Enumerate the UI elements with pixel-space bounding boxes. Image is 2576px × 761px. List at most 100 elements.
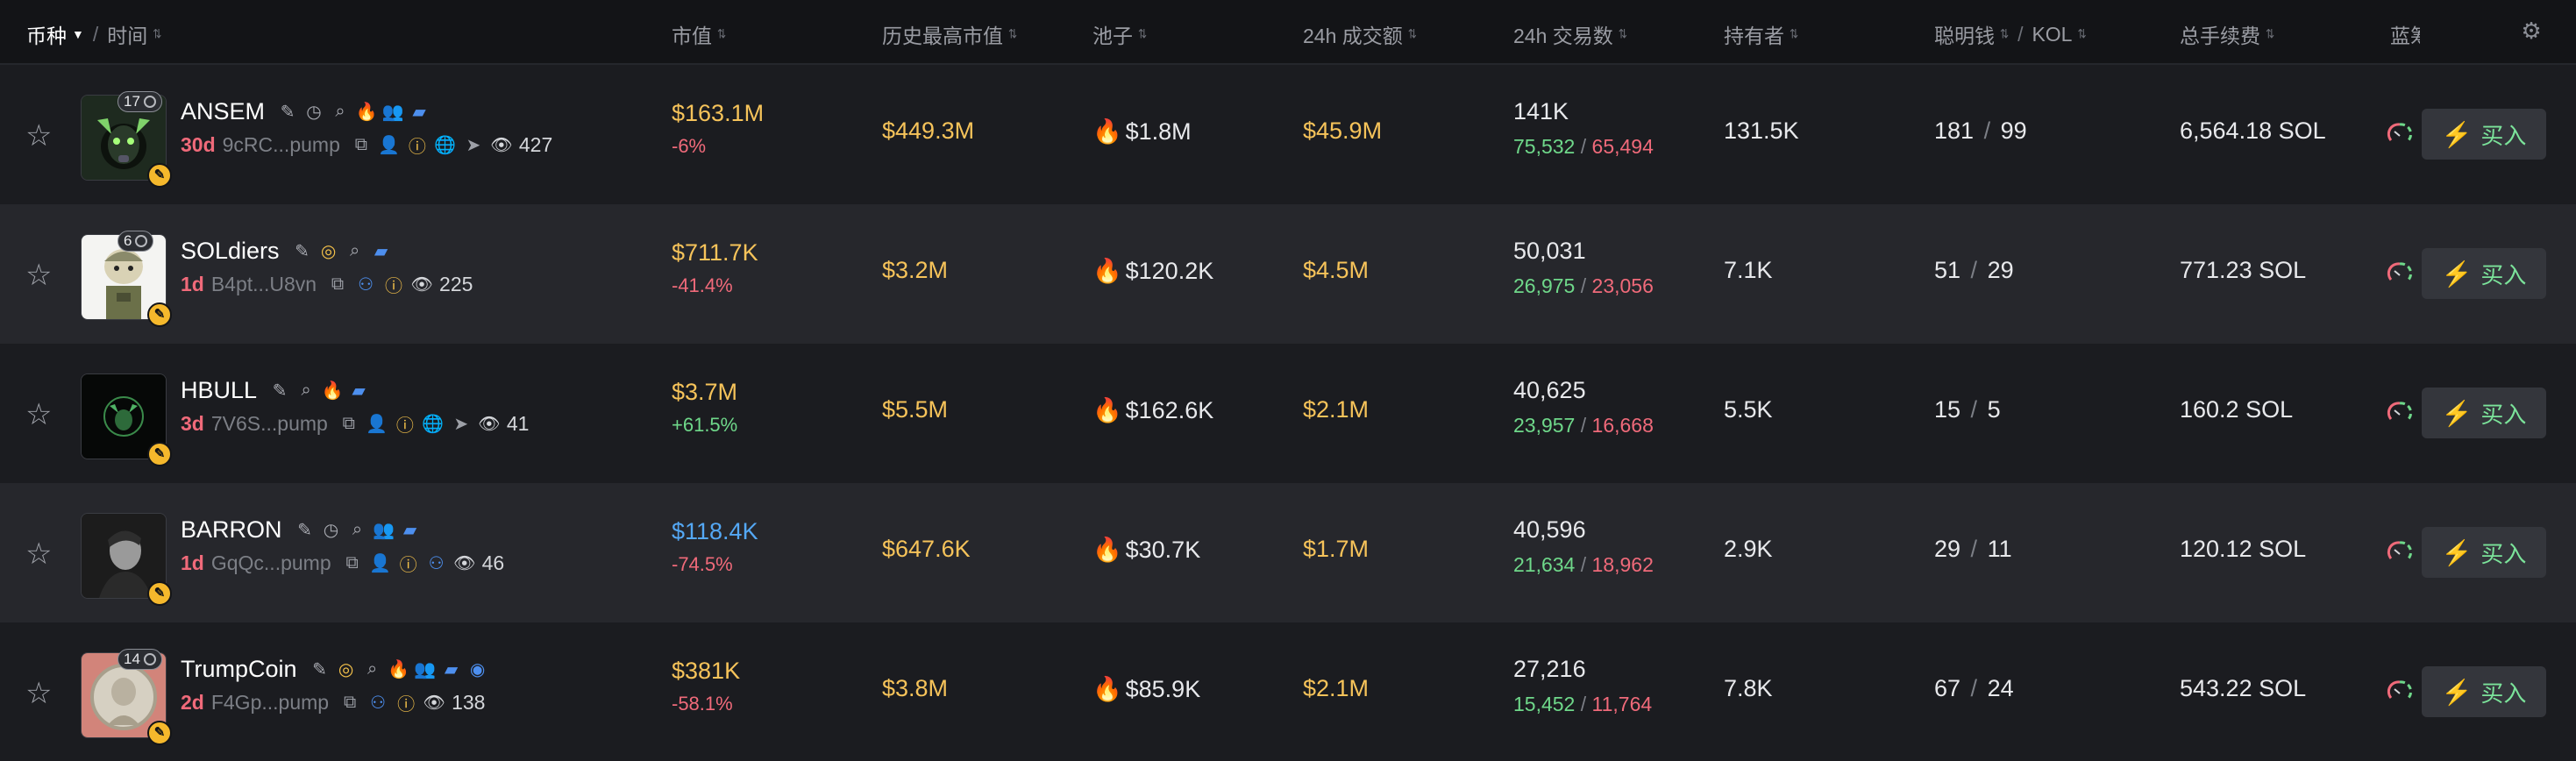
group-icon[interactable]: ⚇ [355,274,376,295]
smart-money-count: 67 [1934,675,1961,701]
pencil-icon[interactable]: ✎ [277,102,298,123]
person-icon[interactable]: 👤 [369,553,391,574]
kol-count: 29 [1987,257,2014,283]
search-icon[interactable]: ⌕ [345,241,366,262]
group-icon[interactable]: ⚇ [426,553,447,574]
alert-icon[interactable]: ⓘ [407,135,428,157]
favorite-star-icon[interactable]: ☆ [25,679,52,708]
telegram-icon[interactable]: ➤ [463,135,484,156]
chat-icon[interactable]: ▰ [400,520,421,541]
search-icon[interactable]: ⌕ [330,102,351,123]
alert-icon[interactable]: ⓘ [383,274,404,296]
pencil-icon[interactable]: ✎ [310,659,331,680]
alert-icon[interactable]: ⓘ [395,693,416,715]
sort-volume[interactable]: 24h 成交额 ⇅ [1303,19,1417,49]
time-label[interactable]: 时间 [107,19,147,49]
total-fees: 160.2 SOL [2180,396,2294,423]
settings-gear-icon[interactable]: ⚙ [2520,19,2543,42]
alert-icon[interactable]: ⓘ [398,553,419,575]
token-name[interactable]: TrumpCoin [181,656,297,683]
pencil-icon[interactable]: ✎ [269,380,290,402]
token-avatar[interactable]: 6 ✎ [81,231,172,327]
coin-icon[interactable]: ◎ [336,659,357,680]
table-row[interactable]: ☆ 14 ✎ TrumpCoin ✎ ◎ ⌕ 🔥 👥 ▰ ◉ 2d F4Gp...pump … [0,622,2576,761]
pencil-icon[interactable]: ✎ [292,241,313,262]
sort-icon: ⇅ [1407,26,1417,41]
token-avatar[interactable]: ✎ [81,373,172,466]
token-address[interactable]: F4Gp...pump [211,691,329,715]
globe-icon[interactable]: 🌐 [434,135,456,156]
sort-coin[interactable]: 币种 ▼ / 时间 ⇅ [26,19,161,49]
sort-pool[interactable]: 池子 ⇅ [1092,19,1147,49]
fire-icon[interactable]: 🔥 [356,102,378,123]
favorite-star-icon[interactable]: ☆ [25,539,52,569]
token-name[interactable]: ANSEM [181,98,265,125]
chat-icon[interactable]: ▰ [409,102,430,123]
table-row[interactable]: ☆ 17 ✎ ANSEM ✎ ◷ ⌕ 🔥 👥 ▰ 30d 9cRC...pump ⧉ 👤 ⓘ 🌐… [0,65,2576,204]
group-icon[interactable]: ⚇ [367,693,388,714]
pencil-icon[interactable]: ✎ [295,520,316,541]
sort-ath[interactable]: 历史最高市值 ⇅ [882,19,1017,49]
token-name[interactable]: SOLdiers [181,238,280,265]
token-avatar[interactable]: 14 ✎ [81,649,172,745]
buy-button[interactable]: ⚡ 买入 [2422,666,2546,717]
buy-button[interactable]: ⚡ 买入 [2422,109,2546,160]
token-name[interactable]: HBULL [181,377,257,404]
search-icon[interactable]: ⌕ [362,659,383,680]
globe-icon[interactable]: 🌐 [422,414,444,435]
clock-icon[interactable]: ◷ [303,102,324,123]
pill-icon: ✎ [147,721,172,745]
pool-amount: $162.6K [1125,397,1214,423]
token-avatar[interactable]: ✎ [81,513,172,606]
token-address[interactable]: 9cRC...pump [223,133,340,157]
tx-count: 40,596 [1513,516,1586,543]
sort-market-cap[interactable]: 市值 ⇅ [672,19,726,49]
alert-icon[interactable]: ⓘ [395,414,416,436]
favorite-star-icon[interactable]: ☆ [25,260,52,290]
copy-icon[interactable]: ⧉ [351,135,372,156]
fire-icon[interactable]: 🔥 [388,659,409,680]
search-icon[interactable]: ⌕ [347,520,368,541]
chat-icon[interactable]: ▰ [371,241,392,262]
copy-icon[interactable]: ⧉ [327,274,348,295]
favorite-star-icon[interactable]: ☆ [25,121,52,151]
favorite-star-icon[interactable]: ☆ [25,400,52,430]
market-cap: $381K [672,658,741,684]
clock-icon[interactable]: ◷ [321,520,342,541]
total-fees: 543.22 SOL [2180,675,2307,701]
copy-icon[interactable]: ⧉ [342,553,363,574]
table-row[interactable]: ☆ 6 ✎ SOLdiers ✎ ◎ ⌕ ▰ 1d B4pt...U8vn ⧉ ⚇ ⓘ 👁… [0,204,2576,344]
token-address[interactable]: B4pt...U8vn [211,273,317,296]
table-row[interactable]: ☆ ✎ BARRON ✎ ◷ ⌕ 👥 ▰ 1d GqQc...pump ⧉ 👤 ⓘ ⚇ 👁 4… [0,483,2576,622]
holders-group-icon[interactable]: 👥 [373,520,395,541]
telegram-icon[interactable]: ➤ [451,414,472,435]
search-icon[interactable]: ⌕ [295,380,317,402]
token-avatar[interactable]: 17 ✎ [81,91,172,188]
coin-icon[interactable]: ◎ [318,241,339,262]
chat-icon[interactable]: ▰ [441,659,462,680]
person-icon[interactable]: 👤 [378,135,400,156]
copy-icon[interactable]: ⧉ [339,693,360,714]
table-row[interactable]: ☆ ✎ HBULL ✎ ⌕ 🔥 ▰ 3d 7V6S...pump ⧉ 👤 ⓘ 🌐 ➤ 👁 41… [0,344,2576,483]
copy-icon[interactable]: ⧉ [338,414,359,435]
sort-holders[interactable]: 持有者 ⇅ [1724,19,1798,49]
person-icon[interactable]: 👤 [366,414,388,435]
buy-button[interactable]: ⚡ 买入 [2422,248,2546,299]
fire-icon[interactable]: 🔥 [322,380,344,402]
token-address[interactable]: 7V6S...pump [211,412,328,436]
holders-group-icon[interactable]: 👥 [414,659,436,680]
chat-icon[interactable]: ▰ [348,380,369,402]
sort-tx[interactable]: 24h 交易数 ⇅ [1513,19,1627,49]
verified-badge-icon[interactable]: ◉ [467,659,488,680]
sort-smart-money[interactable]: 聪明钱 ⇅ / KOL ⇅ [1934,19,2087,49]
token-address[interactable]: GqQc...pump [211,551,331,575]
smart-kol: 181 / 99 [1934,117,2027,144]
buy-button[interactable]: ⚡ 买入 [2422,527,2546,578]
token-name[interactable]: BARRON [181,516,282,544]
bluechip-header[interactable]: 蓝筹 [2390,19,2420,49]
buy-button[interactable]: ⚡ 买入 [2422,388,2546,438]
bluechip-gauge-icon [2387,541,2413,559]
sort-fees[interactable]: 总手续费 ⇅ [2180,19,2274,49]
fire-icon: 🔥 [1092,397,1122,423]
holders-group-icon[interactable]: 👥 [382,102,404,123]
